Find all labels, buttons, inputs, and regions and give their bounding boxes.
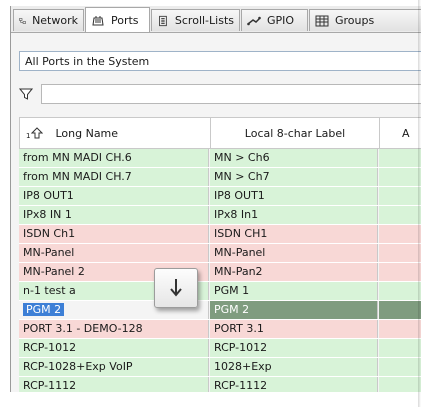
ports-icon [92,15,104,25]
ports-table: 1 Long Name Local 8-char Label A from MN… [19,117,421,396]
cell-a [379,301,421,319]
cell-local-label: MN > Ch7 [210,168,378,186]
filter-row [19,84,421,104]
column-header-local-label[interactable]: Local 8-char Label [211,118,380,148]
tab-bar: Network Ports Scroll-Lists GPIO Groups [11,6,421,33]
table-header: 1 Long Name Local 8-char Label A [19,117,421,149]
cell-a [379,339,421,357]
cell-long-name: from MN MADI CH.7 [19,168,209,186]
cell-a [379,149,421,167]
cell-local-label: MN-Panel [210,244,378,262]
cell-long-name: RCP-1028+Exp VoIP [19,358,209,376]
table-row[interactable]: from MN MADI CH.6 MN > Ch6 [19,149,421,168]
tab-ports-label: Ports [111,14,139,27]
cell-local-label: 1028+Exp [210,358,378,376]
column-header-a[interactable]: A [380,118,421,148]
tab-groups-label: Groups [335,14,375,27]
table-row[interactable]: RCP-1028+Exp VoIP 1028+Exp [19,358,421,377]
tab-gpio[interactable]: GPIO [241,9,308,31]
scroll-list-icon [159,15,167,26]
table-row[interactable]: from MN MADI CH.7 MN > Ch7 [19,168,421,187]
cell-long-name: RCP-1012 [19,339,209,357]
column-header-label: A [402,126,410,140]
table-row[interactable]: MN-Panel 2 MN-Pan2 [19,263,421,282]
cell-local-label: ISDN CH1 [210,225,378,243]
column-header-label: Local 8-char Label [244,126,346,140]
table-row[interactable]: n-1 test a PGM 1 [19,282,421,301]
tab-ports[interactable]: Ports [85,7,150,33]
table-row[interactable]: PORT 3.1 - DEMO-128 PORT 3.1 [19,320,421,339]
cell-a [379,168,421,186]
port-scope-value: All Ports in the System [25,54,150,68]
cell-a [379,244,421,262]
torn-edge [0,392,421,407]
table-row[interactable]: IPx8 IN 1 IPx8 In1 [19,206,421,225]
column-header-long-name[interactable]: 1 Long Name [20,118,211,148]
tab-network-label: Network [32,14,78,27]
filter-input[interactable] [41,84,421,104]
ports-panel: All Ports in the System 1 Long Name Loca… [11,32,421,399]
cell-a [379,320,421,338]
table-row-selected[interactable]: PGM 2 PGM 2 [19,301,421,320]
drag-indicator [154,268,198,308]
table-row[interactable]: RCP-1012 RCP-1012 [19,339,421,358]
cell-a [379,263,421,281]
cell-local-label: PGM 2 [210,301,378,319]
groups-icon [315,15,329,26]
filter-icon[interactable] [19,87,33,101]
network-icon [19,17,26,24]
arrow-down-icon [170,279,182,297]
table-row[interactable]: MN-Panel MN-Panel [19,244,421,263]
column-header-label: Long Name [55,126,119,140]
cell-local-label: MN-Pan2 [210,263,378,281]
cell-local-label: IPx8 In1 [210,206,378,224]
cell-long-name: PORT 3.1 - DEMO-128 [19,320,209,338]
tab-network[interactable]: Network [13,9,84,31]
cell-long-name: from MN MADI CH.6 [19,149,209,167]
cell-local-label: IP8 OUT1 [210,187,378,205]
cell-long-name: MN-Panel [19,244,209,262]
tab-scroll-lists-label: Scroll-Lists [174,14,234,27]
cell-local-label: RCP-1012 [210,339,378,357]
cell-local-label: MN > Ch6 [210,149,378,167]
tab-groups[interactable]: Groups [309,9,421,31]
cell-a [379,187,421,205]
sort-order-number: 1 [26,132,31,140]
selected-long-name: PGM 2 [23,303,65,316]
cell-a [379,225,421,243]
window-frame: Network Ports Scroll-Lists GPIO Groups A… [10,6,421,399]
table-row[interactable]: ISDN Ch1 ISDN CH1 [19,225,421,244]
cell-long-name: IPx8 IN 1 [19,206,209,224]
cell-a [379,206,421,224]
tab-scroll-lists[interactable]: Scroll-Lists [151,9,240,31]
table-row[interactable]: IP8 OUT1 IP8 OUT1 [19,187,421,206]
cell-local-label: PORT 3.1 [210,320,378,338]
port-scope-select[interactable]: All Ports in the System [19,51,421,71]
cell-local-label: PGM 1 [210,282,378,300]
tab-gpio-label: GPIO [267,14,295,27]
cell-a [379,358,421,376]
cell-a [379,282,421,300]
cell-long-name: IP8 OUT1 [19,187,209,205]
sort-ascending-icon [31,127,44,139]
cell-long-name: ISDN Ch1 [19,225,209,243]
gpio-icon [247,16,261,25]
